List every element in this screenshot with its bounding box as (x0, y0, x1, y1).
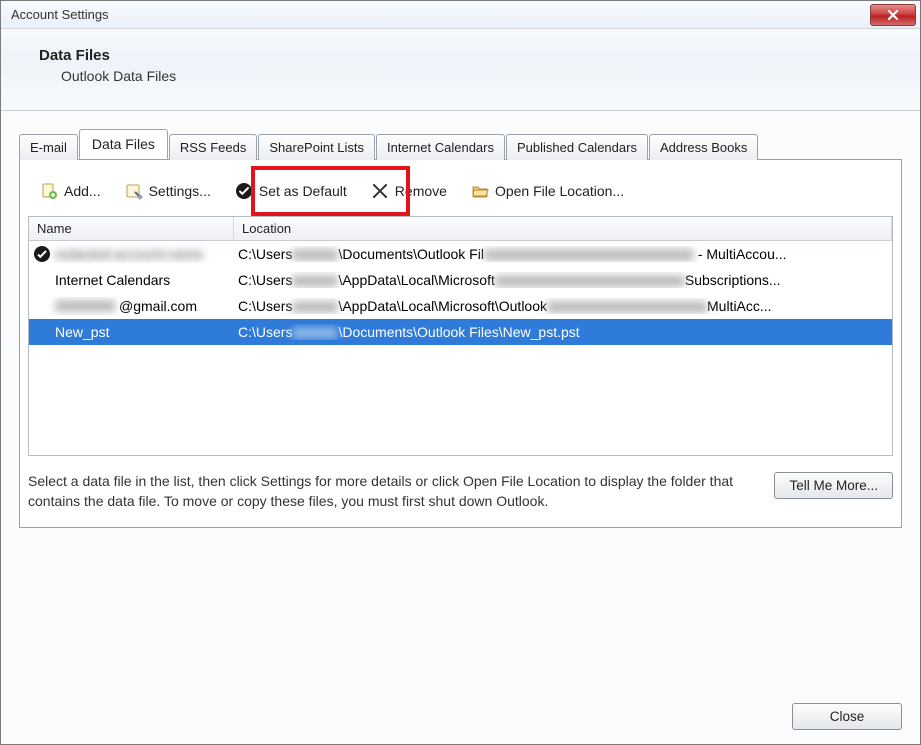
cell-name: Internet Calendars (33, 271, 238, 289)
tab-address-books[interactable]: Address Books (649, 134, 758, 160)
redacted-text (292, 327, 338, 339)
cell-location: C:\Users\Documents\Outlook Files\New_pst… (238, 324, 892, 340)
close-icon (887, 9, 899, 21)
add-label: Add... (64, 183, 101, 199)
redacted-text (55, 300, 115, 312)
folder-open-icon (471, 182, 489, 200)
titlebar: Account Settings (1, 1, 920, 29)
table-row[interactable]: redacted-account-name C:\Users\Documents… (29, 241, 892, 267)
settings-button[interactable]: Settings... (117, 178, 219, 204)
redacted-text (484, 249, 694, 261)
column-header-location[interactable]: Location (234, 217, 892, 240)
cell-location: C:\Users\AppData\Local\Microsoft\Outlook… (238, 298, 892, 314)
account-settings-window: Account Settings Data Files Outlook Data… (0, 0, 921, 745)
redacted-text (292, 301, 338, 313)
table-body: redacted-account-name C:\Users\Documents… (29, 241, 892, 345)
redacted-text (292, 249, 338, 261)
redacted-text (547, 301, 707, 313)
page-subtitle: Outlook Data Files (61, 68, 910, 84)
toolbar: Add... Settings... Set as Default Remove (28, 178, 893, 216)
add-button[interactable]: Add... (32, 178, 109, 204)
remove-icon (371, 182, 389, 200)
tab-sharepoint-lists[interactable]: SharePoint Lists (258, 134, 375, 160)
table-row-selected[interactable]: New_pst C:\Users\Documents\Outlook Files… (29, 319, 892, 345)
window-title: Account Settings (11, 7, 109, 22)
tab-strip: E-mail Data Files RSS Feeds SharePoint L… (1, 111, 920, 159)
redacted-text (495, 275, 685, 287)
tab-internet-calendars[interactable]: Internet Calendars (376, 134, 505, 160)
page-title: Data Files (39, 47, 910, 64)
tab-panel-data-files: Add... Settings... Set as Default Remove (19, 159, 902, 528)
column-header-name[interactable]: Name (29, 217, 234, 240)
cell-name: redacted-account-name (33, 245, 238, 263)
table-header: Name Location (29, 217, 892, 241)
table-row[interactable]: Internet Calendars C:\Users\AppData\Loca… (29, 267, 892, 293)
remove-label: Remove (395, 183, 447, 199)
help-text: Select a data file in the list, then cli… (28, 472, 754, 511)
header-area: Data Files Outlook Data Files (1, 29, 920, 108)
tab-data-files[interactable]: Data Files (79, 129, 168, 159)
tab-email[interactable]: E-mail (19, 134, 78, 160)
settings-label: Settings... (149, 183, 211, 199)
footer: Close (792, 703, 902, 730)
cell-location: C:\Users\Documents\Outlook Fil - MultiAc… (238, 246, 892, 262)
help-row: Select a data file in the list, then cli… (28, 456, 893, 517)
cell-location: C:\Users\AppData\Local\MicrosoftSubscrip… (238, 272, 892, 288)
open-file-location-label: Open File Location... (495, 183, 624, 199)
remove-button[interactable]: Remove (363, 178, 455, 204)
cell-name: New_pst (33, 323, 238, 341)
redacted-text: redacted-account-name (55, 246, 203, 262)
table-row[interactable]: @gmail.com C:\Users\AppData\Local\Micros… (29, 293, 892, 319)
check-circle-icon (235, 182, 253, 200)
tell-me-more-button[interactable]: Tell Me More... (774, 472, 893, 499)
set-default-label: Set as Default (259, 183, 347, 199)
close-button[interactable]: Close (792, 703, 902, 730)
tab-published-calendars[interactable]: Published Calendars (506, 134, 648, 160)
open-file-location-button[interactable]: Open File Location... (463, 178, 632, 204)
add-file-icon (40, 182, 58, 200)
data-files-table: Name Location redacted-account-name C:\U… (28, 216, 893, 456)
window-close-button[interactable] (870, 4, 916, 26)
settings-icon (125, 182, 143, 200)
set-default-button[interactable]: Set as Default (227, 178, 355, 204)
default-check-icon (33, 245, 51, 263)
cell-name: @gmail.com (33, 297, 238, 315)
tab-rss-feeds[interactable]: RSS Feeds (169, 134, 257, 160)
redacted-text (292, 275, 338, 287)
